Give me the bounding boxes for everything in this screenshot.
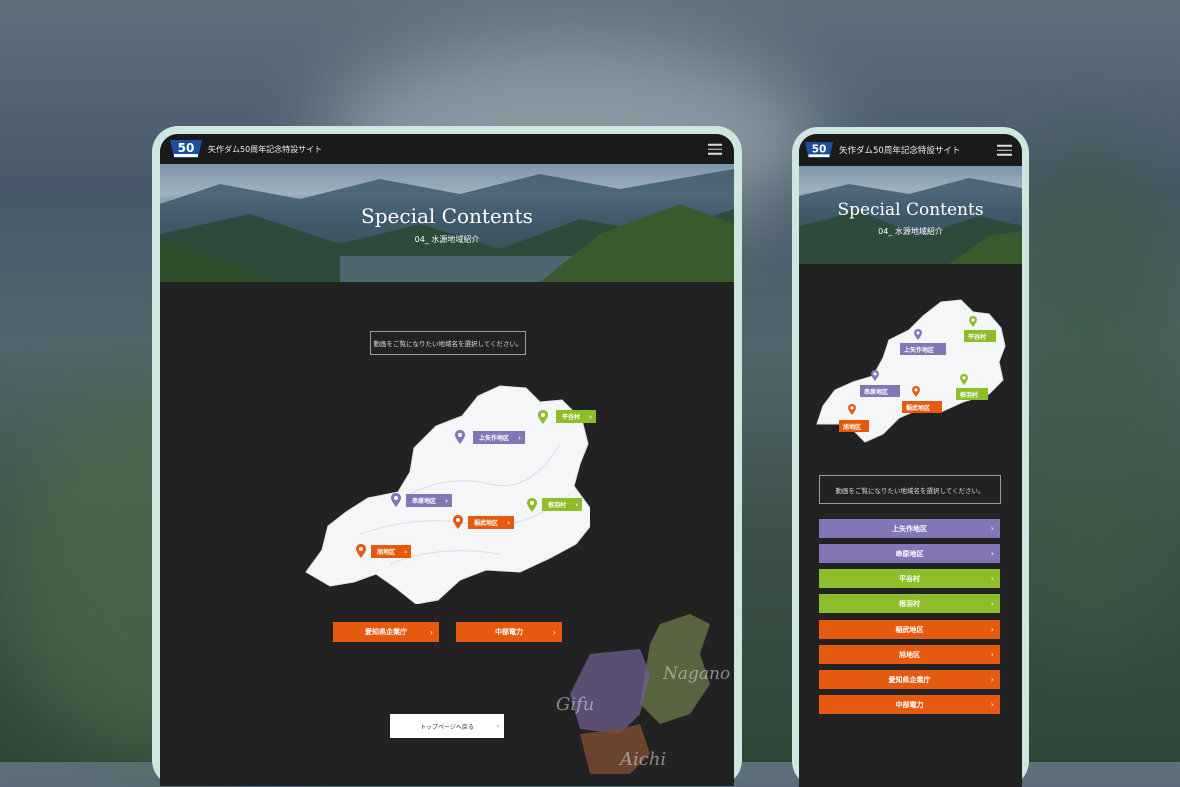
chevron-right-icon: ›	[990, 549, 994, 558]
chevron-right-icon: ›	[990, 650, 994, 659]
map-tag-hiraya[interactable]: 平谷村	[964, 330, 996, 342]
region-button-chubu-electric[interactable]: 中部電力 ›	[819, 695, 1000, 714]
mobile-hero-banner: Special Contents 04_ 水源地域紹介	[799, 166, 1022, 264]
map-tag-asahi[interactable]: 旭地区	[839, 420, 869, 432]
chevron-right-icon: ›	[990, 524, 994, 533]
hamburger-menu-icon[interactable]	[708, 141, 722, 158]
mobile-screen: 50 矢作ダム50周年記念特設サイト Special Contents 04_ …	[799, 134, 1022, 787]
map-tag-kushihara[interactable]: 串原地区	[860, 385, 900, 397]
region-button-inabu[interactable]: 稲武地区 ›	[819, 620, 1000, 639]
tablet-screen: 50 矢作ダム50周年記念特設サイト Special Contents 04_ …	[160, 134, 734, 786]
chubu-electric-button[interactable]: 中部電力 ›	[456, 622, 562, 642]
chevron-right-icon: ›	[990, 675, 994, 684]
map-tag-kamiyahagi[interactable]: 上矢作地区	[900, 343, 946, 355]
hero-subtitle: 04_ 水源地域紹介	[414, 235, 480, 244]
tablet-frame: 50 矢作ダム50周年記念特設サイト Special Contents 04_ …	[152, 126, 742, 786]
select-region-prompt: 動画をご覧になりたい地域名を選択してください。	[370, 331, 526, 355]
location-pin-icon	[969, 316, 977, 327]
svg-text:50: 50	[178, 141, 195, 155]
back-to-top-page-button[interactable]: トップページへ戻る ›	[390, 714, 504, 738]
mobile-site-header: 50 矢作ダム50周年記念特設サイト	[799, 134, 1022, 166]
aichi-enterprise-bureau-button[interactable]: 愛知県企業庁 ›	[333, 622, 439, 642]
location-pin-icon	[527, 498, 537, 512]
location-pin-icon	[453, 515, 463, 529]
chevron-right-icon: ›	[990, 700, 994, 709]
mobile-frame: 50 矢作ダム50周年記念特設サイト Special Contents 04_ …	[792, 127, 1029, 787]
chevron-right-icon: ›	[429, 627, 433, 637]
site-title[interactable]: 矢作ダム50周年記念特設サイト	[208, 144, 322, 155]
location-pin-icon	[960, 374, 968, 385]
region-button-asahi[interactable]: 旭地区 ›	[819, 645, 1000, 664]
prefecture-label-aichi: Aichi	[620, 749, 667, 770]
map-tag-asahi[interactable]: 旭地区 ›	[371, 545, 411, 558]
dam-50th-logo[interactable]: 50	[170, 138, 202, 160]
chevron-right-icon: ›	[990, 599, 994, 608]
site-title[interactable]: 矢作ダム50周年記念特設サイト	[839, 144, 960, 156]
region-button-kushihara[interactable]: 串原地区 ›	[819, 544, 1000, 563]
water-source-area-map	[305, 385, 590, 604]
map-tag-kushihara[interactable]: 串原地区 ›	[406, 494, 452, 507]
location-pin-icon	[914, 329, 922, 340]
location-pin-icon	[455, 430, 465, 444]
location-pin-icon	[871, 370, 879, 381]
hero-title: Special Contents	[361, 204, 533, 228]
map-tag-kamiyahagi[interactable]: 上矢作地区 ›	[473, 431, 525, 444]
chevron-right-icon: ›	[990, 574, 994, 583]
dam-50th-logo[interactable]: 50	[805, 139, 833, 161]
map-tag-inabu[interactable]: 稲武地区 ›	[468, 516, 514, 529]
location-pin-icon	[391, 493, 401, 507]
location-pin-icon	[848, 404, 856, 415]
region-button-aichi-enterprise-bureau[interactable]: 愛知県企業庁 ›	[819, 670, 1000, 689]
location-pin-icon	[538, 410, 548, 424]
region-button-neba[interactable]: 根羽村 ›	[819, 594, 1000, 613]
location-pin-icon	[356, 544, 366, 558]
location-pin-icon	[912, 386, 920, 397]
hamburger-menu-icon[interactable]	[997, 142, 1012, 159]
map-tag-neba[interactable]: 根羽村	[956, 388, 988, 400]
chevron-right-icon: ›	[496, 722, 499, 730]
prefecture-label-gifu: Gifu	[556, 694, 595, 715]
hero-subtitle: 04_ 水源地域紹介	[878, 227, 943, 236]
hero-title: Special Contents	[837, 200, 984, 220]
chevron-right-icon: ›	[990, 625, 994, 634]
region-button-kamiyahagi[interactable]: 上矢作地区 ›	[819, 519, 1000, 538]
map-tag-neba[interactable]: 根羽村 ›	[542, 498, 582, 511]
prefecture-label-nagano: Nagano	[663, 664, 731, 684]
select-region-prompt: 動画をご覧になりたい地域名を選択してください。	[819, 475, 1001, 504]
map-tag-hiraya[interactable]: 平谷村 ›	[556, 410, 596, 423]
svg-text:50: 50	[812, 144, 827, 156]
hero-banner: Special Contents 04_ 水源地域紹介	[160, 164, 734, 282]
site-header: 50 矢作ダム50周年記念特設サイト	[160, 134, 734, 164]
region-button-hiraya[interactable]: 平谷村 ›	[819, 569, 1000, 588]
map-tag-inabu[interactable]: 稲武地区	[902, 401, 942, 413]
